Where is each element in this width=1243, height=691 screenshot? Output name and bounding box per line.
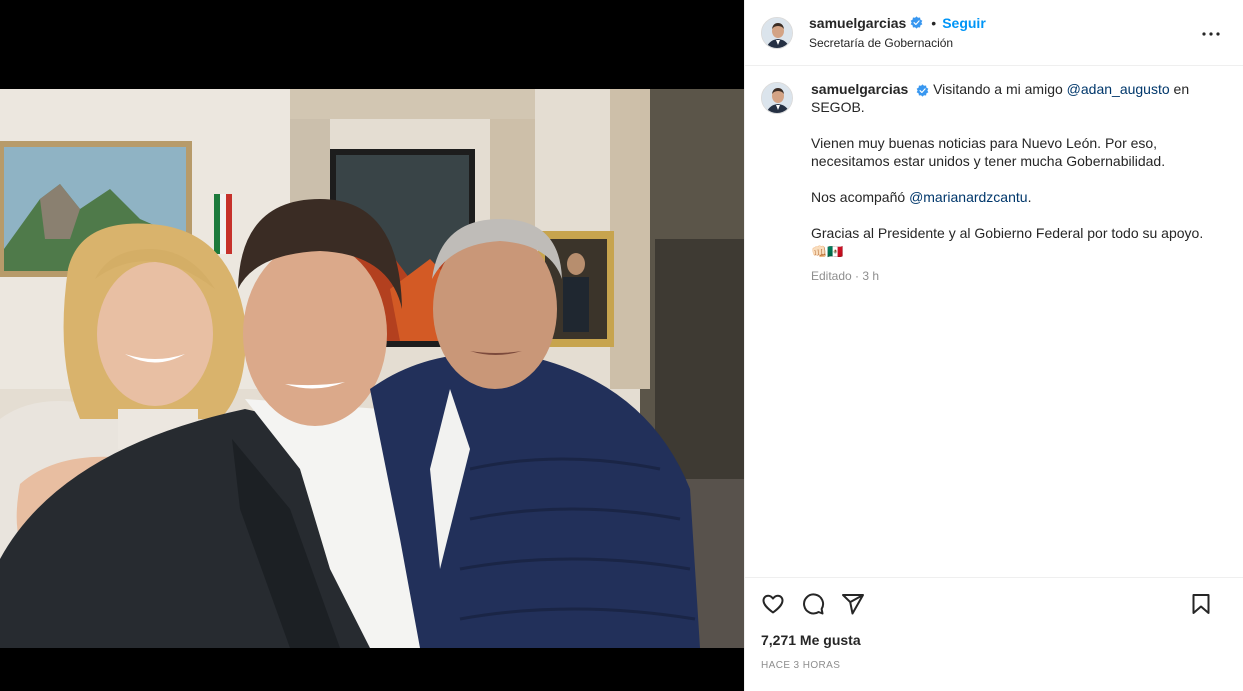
follow-button[interactable]: Seguir [942, 14, 986, 32]
bookmark-icon[interactable] [1189, 592, 1213, 616]
caption-emojis: 👊🏻🇲🇽 [811, 244, 844, 259]
mention-link[interactable]: @adan_augusto [1067, 81, 1170, 97]
mention-link[interactable]: @marianardzcantu [909, 189, 1028, 205]
post-timestamp[interactable]: HACE 3 HORAS [745, 660, 1243, 671]
comment-icon[interactable] [801, 592, 825, 616]
caption-text-3: Nos acompañó [811, 189, 910, 205]
caption-meta: Editado · 3 h [811, 269, 880, 283]
action-bar: 7,271 Me gusta HACE 3 HORAS [745, 577, 1243, 691]
caption-body: samuelgarcias Visitando a mi amigo @adan… [811, 80, 1221, 285]
caption-avatar[interactable] [761, 82, 793, 114]
caption: samuelgarcias Visitando a mi amigo @adan… [745, 66, 1243, 285]
author-avatar[interactable] [761, 16, 793, 49]
verified-badge-icon [916, 84, 929, 97]
media-pane [0, 0, 744, 691]
caption-paragraph-4: Gracias al Presidente y al Gobierno Fede… [811, 225, 1204, 241]
caption-text-1: Visitando a mi amigo [933, 81, 1067, 97]
verified-badge-icon [910, 16, 923, 29]
side-panel: samuelgarcias • Seguir Secretaría de Gob… [744, 0, 1243, 691]
caption-paragraph-2: Vienen muy buenas noticias para Nuevo Le… [811, 135, 1166, 169]
more-options-icon[interactable] [1199, 22, 1223, 46]
heart-icon[interactable] [761, 592, 785, 616]
instagram-post: samuelgarcias • Seguir Secretaría de Gob… [0, 0, 1243, 691]
post-header: samuelgarcias • Seguir Secretaría de Gob… [745, 0, 1243, 66]
author-username[interactable]: samuelgarcias [809, 14, 906, 32]
caption-text-3b: . [1027, 189, 1032, 205]
likes-count[interactable]: 7,271 Me gusta [745, 632, 1243, 648]
separator-dot: • [931, 14, 937, 31]
caption-username[interactable]: samuelgarcias [811, 81, 908, 97]
post-photo[interactable] [0, 89, 744, 648]
location-link[interactable]: Secretaría de Gobernación [809, 34, 986, 52]
share-icon[interactable] [841, 592, 865, 616]
